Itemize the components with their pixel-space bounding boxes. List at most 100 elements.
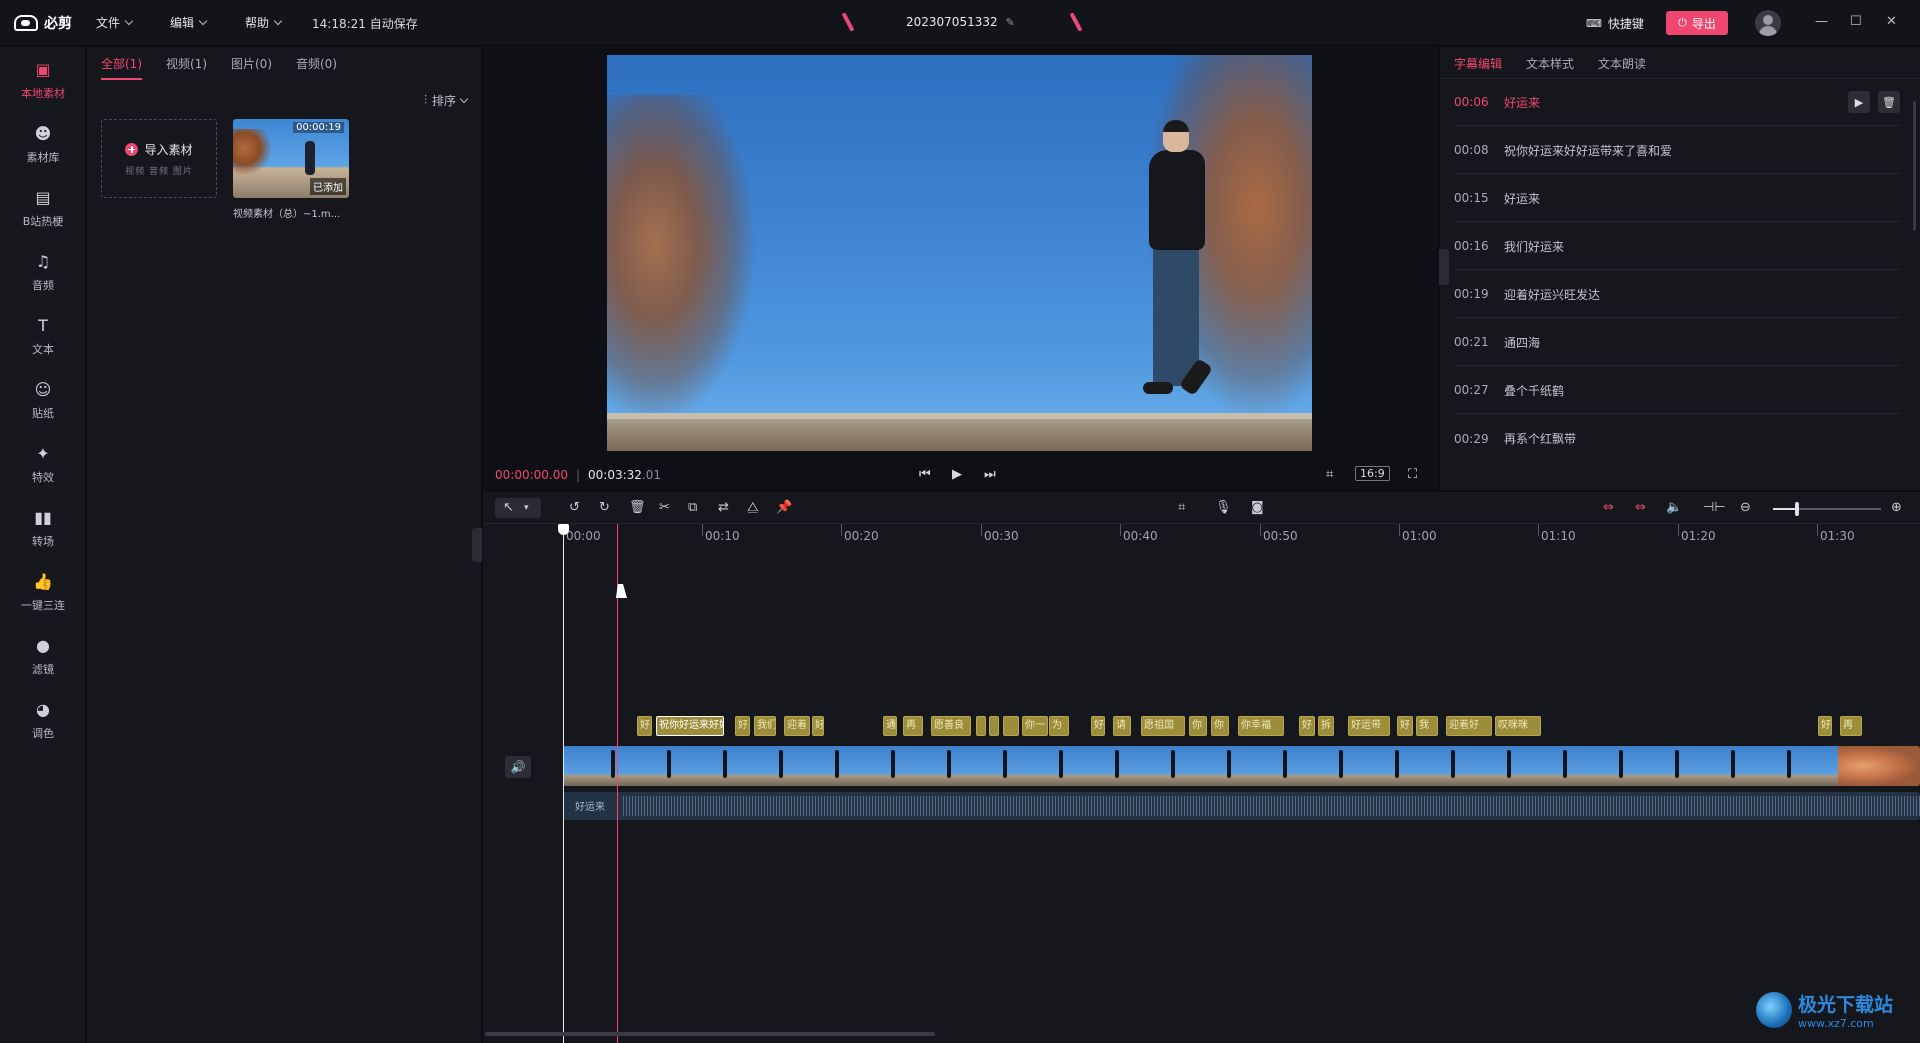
pin-icon[interactable]: 📌 bbox=[776, 500, 792, 515]
subtitle-clip[interactable]: 为 bbox=[1049, 716, 1069, 736]
subtitle-clip[interactable]: 再 bbox=[903, 716, 923, 736]
subtitle-row[interactable]: 00:29 再系个红飘带 bbox=[1454, 415, 1900, 462]
crop-icon[interactable]: ⌗ bbox=[1326, 467, 1333, 482]
subtitle-clip[interactable]: 我们 bbox=[754, 716, 776, 736]
media-clip-thumbnail[interactable]: 00:00:19 已添加 bbox=[233, 119, 349, 198]
play-icon[interactable]: ▶ bbox=[952, 467, 962, 482]
undo-icon[interactable]: ↺ bbox=[569, 500, 580, 515]
trash-icon[interactable]: 🗑 bbox=[1878, 91, 1900, 113]
subtitle-clip[interactable]: 好 bbox=[1818, 716, 1832, 736]
subtitle-text[interactable]: 再系个红飘带 bbox=[1504, 430, 1576, 447]
fullscreen-icon[interactable]: ⛶ bbox=[1408, 467, 1417, 482]
subtitle-clip[interactable]: 请 bbox=[1113, 716, 1131, 736]
reverse-icon[interactable]: ⇄ bbox=[718, 500, 729, 515]
menu-file[interactable]: 文件 bbox=[96, 14, 134, 31]
subtitle-clip[interactable]: 你 bbox=[1189, 716, 1207, 736]
panel-collapse-handle[interactable] bbox=[1439, 249, 1449, 285]
zoom-in-icon[interactable]: ⊕ bbox=[1891, 500, 1902, 515]
subtitle-text[interactable]: 好运来 bbox=[1504, 94, 1540, 111]
avatar[interactable] bbox=[1755, 10, 1781, 36]
sidebar-item-color[interactable]: ◕ 调色 bbox=[0, 693, 86, 749]
subtitle-clip[interactable]: 我 bbox=[1416, 716, 1438, 736]
timeline-scrollbar[interactable] bbox=[483, 1032, 1920, 1036]
subtitle-clip[interactable]: 好 bbox=[735, 716, 750, 736]
subtitle-clip[interactable]: 好 bbox=[1091, 716, 1105, 736]
sidebar-item-filter[interactable]: ● 滤镜 bbox=[0, 629, 86, 685]
subtitle-row[interactable]: 00:08 祝你好运来好好运带来了喜和爱 bbox=[1454, 127, 1900, 174]
maximize-icon[interactable]: ☐ bbox=[1850, 14, 1862, 29]
ratio-button[interactable]: 16:9 bbox=[1355, 466, 1390, 481]
subtitle-text[interactable]: 叠个千纸鹤 bbox=[1504, 382, 1564, 399]
subtitle-clip[interactable]: 你幸福 bbox=[1238, 716, 1284, 736]
select-tool[interactable] bbox=[495, 498, 541, 518]
import-button[interactable]: 导入素材 视频 音频 图片 bbox=[101, 119, 217, 198]
camera-icon[interactable]: ◙ bbox=[1251, 500, 1264, 515]
subtitle-clip[interactable] bbox=[976, 716, 986, 736]
subtitle-row[interactable]: 00:15 好运来 bbox=[1454, 175, 1900, 222]
timeline-scroll-thumb[interactable] bbox=[485, 1032, 935, 1036]
timeline-collapse-handle[interactable] bbox=[472, 528, 482, 562]
subtitle-clip-selected[interactable]: 祝你好运来好好 bbox=[656, 716, 724, 736]
microphone-icon[interactable]: 🎙 bbox=[1215, 500, 1232, 515]
project-title[interactable]: 202307051332 ✎ bbox=[906, 15, 1015, 29]
close-icon[interactable]: ✕ bbox=[1886, 14, 1897, 29]
time-ruler[interactable]: 00:00 00:10 00:20 00:30 00:40 00:50 01:0… bbox=[563, 524, 1920, 546]
delete-icon[interactable]: 🗑 bbox=[629, 500, 646, 515]
subtitle-row[interactable]: 00:19 迎着好运兴旺发达 bbox=[1454, 271, 1900, 318]
video-track-clip[interactable] bbox=[563, 746, 1920, 786]
screenshot-icon[interactable]: ⌗ bbox=[1178, 500, 1185, 515]
sidebar-item-local[interactable]: ▣ 本地素材 bbox=[0, 53, 86, 109]
subtitle-text[interactable]: 我们好运来 bbox=[1504, 238, 1564, 255]
subtitle-row[interactable]: 00:16 我们好运来 bbox=[1454, 223, 1900, 270]
shortcut-button[interactable]: ⌨ 快捷键 bbox=[1586, 15, 1644, 32]
audio-track-clip[interactable]: 好运来 bbox=[563, 792, 1920, 820]
subtitle-clip[interactable]: 好 bbox=[1299, 716, 1315, 736]
subtitle-clip[interactable]: 再 bbox=[1840, 716, 1862, 736]
magnet-icon[interactable]: ⇔ bbox=[1635, 500, 1646, 515]
subtitle-clip[interactable] bbox=[989, 716, 999, 736]
subtitle-clip[interactable] bbox=[1003, 716, 1019, 736]
skip-back-icon[interactable]: ⏮ bbox=[919, 467, 931, 482]
subtitle-clip[interactable]: 好 bbox=[812, 716, 824, 736]
tab-image[interactable]: 图片(0) bbox=[231, 55, 272, 80]
subtitle-clip[interactable]: 愿祖国 bbox=[1141, 716, 1185, 736]
sidebar-item-audio[interactable]: ♫ 音频 bbox=[0, 245, 86, 301]
subtitle-clip[interactable]: 好 bbox=[637, 716, 652, 736]
subtitle-row[interactable]: 00:27 叠个千纸鹤 bbox=[1454, 367, 1900, 414]
menu-help[interactable]: 帮助 bbox=[245, 14, 283, 31]
subtitle-clip[interactable]: 叹咪咪 bbox=[1495, 716, 1541, 736]
mute-all-icon[interactable]: 🔈 bbox=[1666, 500, 1682, 515]
tab-text-read[interactable]: 文本朗读 bbox=[1598, 55, 1646, 72]
subtitle-text[interactable]: 通四海 bbox=[1504, 334, 1540, 351]
link-track-icon[interactable]: ⇔ bbox=[1603, 500, 1614, 515]
tab-text-style[interactable]: 文本样式 bbox=[1526, 55, 1574, 72]
tab-subtitle-edit[interactable]: 字幕编辑 bbox=[1454, 55, 1502, 72]
subtitle-clip[interactable]: 愿善良 bbox=[931, 716, 971, 736]
subtitle-clip[interactable]: 好运带 bbox=[1348, 716, 1390, 736]
subtitle-clip[interactable]: 迎着 bbox=[784, 716, 810, 736]
mirror-icon[interactable]: ⧋ bbox=[747, 500, 759, 515]
subtitle-clip[interactable]: 你一 bbox=[1022, 716, 1048, 736]
split-view-icon[interactable]: ⊣⊢ bbox=[1703, 500, 1726, 515]
sidebar-item-library[interactable]: ☻ 素材库 bbox=[0, 117, 86, 173]
sidebar-item-text[interactable]: T 文本 bbox=[0, 309, 86, 365]
subtitle-text[interactable]: 好运来 bbox=[1504, 190, 1540, 207]
zoom-slider-handle[interactable] bbox=[1795, 502, 1799, 516]
tab-audio[interactable]: 音频(0) bbox=[296, 55, 337, 80]
zoom-out-icon[interactable]: ⊖ bbox=[1740, 500, 1751, 515]
mute-track-button[interactable]: 🔊 bbox=[505, 756, 531, 778]
export-button[interactable]: ⏻ 导出 bbox=[1666, 11, 1728, 35]
subtitle-scrollbar[interactable] bbox=[1913, 101, 1916, 231]
split-icon[interactable]: ⧉ bbox=[688, 500, 697, 515]
zoom-slider[interactable] bbox=[1773, 508, 1881, 510]
sidebar-item-effects[interactable]: ✦ 特效 bbox=[0, 437, 86, 493]
subtitle-clip[interactable]: 迎着好 bbox=[1446, 716, 1492, 736]
video-preview[interactable] bbox=[607, 55, 1312, 451]
redo-icon[interactable]: ↻ bbox=[599, 500, 610, 515]
menu-edit[interactable]: 编辑 bbox=[170, 14, 208, 31]
sort-dropdown[interactable]: ⫶ 排序 bbox=[424, 92, 469, 109]
playhead[interactable] bbox=[558, 524, 569, 1043]
subtitle-clip[interactable]: 好 bbox=[1397, 716, 1413, 736]
subtitle-clip[interactable]: 通 bbox=[883, 716, 897, 736]
play-icon[interactable]: ▶ bbox=[1848, 91, 1870, 113]
